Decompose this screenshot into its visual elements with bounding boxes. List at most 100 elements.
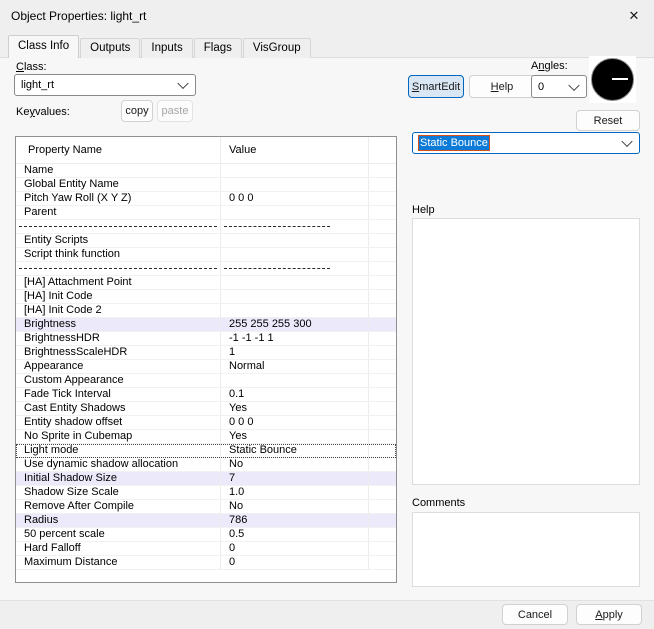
property-value-cell: 7 bbox=[221, 472, 369, 485]
table-separator-row bbox=[16, 220, 396, 234]
table-row[interactable]: [HA] Init Code bbox=[16, 290, 396, 304]
column-header-extra bbox=[369, 137, 396, 163]
angle-direction-tick bbox=[612, 78, 628, 80]
property-extra-cell bbox=[369, 416, 396, 429]
comments-label: Comments bbox=[412, 497, 465, 509]
class-combobox-value: light_rt bbox=[21, 79, 54, 91]
property-value-cell: 255 255 255 300 bbox=[221, 318, 369, 331]
table-row[interactable]: [HA] Init Code 2 bbox=[16, 304, 396, 318]
property-extra-cell bbox=[369, 500, 396, 513]
property-value-cell bbox=[221, 206, 369, 219]
property-value-cell bbox=[221, 164, 369, 177]
table-row[interactable]: Name bbox=[16, 164, 396, 178]
tab-flags[interactable]: Flags bbox=[194, 38, 242, 58]
tab-inputs[interactable]: Inputs bbox=[141, 38, 192, 58]
keyvalues-label: Keyvalues: bbox=[16, 106, 70, 118]
copy-button[interactable]: copy bbox=[121, 100, 153, 122]
table-row[interactable]: Maximum Distance0 bbox=[16, 556, 396, 570]
property-extra-cell bbox=[369, 206, 396, 219]
table-row[interactable]: Light modeStatic Bounce bbox=[16, 444, 396, 458]
property-name-cell: Cast Entity Shadows bbox=[16, 402, 221, 415]
table-row[interactable]: BrightnessScaleHDR1 bbox=[16, 346, 396, 360]
table-row[interactable]: Entity shadow offset0 0 0 bbox=[16, 416, 396, 430]
class-combobox[interactable]: light_rt bbox=[14, 74, 196, 96]
property-name-cell: Custom Appearance bbox=[16, 374, 221, 387]
table-row[interactable]: Initial Shadow Size7 bbox=[16, 472, 396, 486]
angles-combobox-value: 0 bbox=[538, 81, 544, 93]
table-row[interactable]: 50 percent scale0.5 bbox=[16, 528, 396, 542]
property-value-cell bbox=[221, 178, 369, 191]
table-row[interactable]: BrightnessHDR-1 -1 -1 1 bbox=[16, 332, 396, 346]
table-row[interactable]: Fade Tick Interval0.1 bbox=[16, 388, 396, 402]
property-value-cell: Yes bbox=[221, 402, 369, 415]
property-name-cell: Entity shadow offset bbox=[16, 416, 221, 429]
table-row[interactable]: Brightness255 255 255 300 bbox=[16, 318, 396, 332]
table-row[interactable]: Global Entity Name bbox=[16, 178, 396, 192]
property-table: Property Name Value NameGlobal Entity Na… bbox=[15, 136, 397, 583]
angles-combobox[interactable]: 0 bbox=[531, 75, 587, 98]
angle-dial[interactable] bbox=[589, 56, 636, 103]
table-row[interactable]: No Sprite in CubemapYes bbox=[16, 430, 396, 444]
keyvalue-edit-combobox[interactable]: Static Bounce bbox=[412, 132, 640, 154]
tab-visgroup[interactable]: VisGroup bbox=[243, 38, 311, 58]
help-button[interactable]: Help bbox=[469, 75, 535, 98]
property-name-cell: Hard Falloff bbox=[16, 542, 221, 555]
property-name-cell: [HA] Init Code 2 bbox=[16, 304, 221, 317]
chevron-down-icon bbox=[177, 78, 188, 89]
smartedit-button[interactable]: SmartEdit bbox=[408, 75, 464, 98]
angles-label: Angles: bbox=[531, 60, 568, 72]
object-properties-dialog: { "window": { "title": "Object Propertie… bbox=[0, 0, 654, 629]
table-row[interactable]: Pitch Yaw Roll (X Y Z)0 0 0 bbox=[16, 192, 396, 206]
table-row[interactable]: Entity Scripts bbox=[16, 234, 396, 248]
column-header-value[interactable]: Value bbox=[221, 137, 369, 163]
table-row[interactable]: Hard Falloff0 bbox=[16, 542, 396, 556]
tab-strip: Class Info Outputs Inputs Flags VisGroup bbox=[8, 36, 312, 58]
property-name-cell: Use dynamic shadow allocation bbox=[16, 458, 221, 471]
property-extra-cell bbox=[369, 290, 396, 303]
property-name-cell: Shadow Size Scale bbox=[16, 486, 221, 499]
tab-class-info[interactable]: Class Info bbox=[8, 35, 79, 58]
reset-button[interactable]: Reset bbox=[576, 110, 640, 131]
property-value-cell: No bbox=[221, 500, 369, 513]
table-row[interactable]: Shadow Size Scale1.0 bbox=[16, 486, 396, 500]
cancel-button[interactable]: Cancel bbox=[502, 604, 568, 625]
property-extra-cell bbox=[369, 542, 396, 555]
table-row[interactable]: Remove After CompileNo bbox=[16, 500, 396, 514]
table-row[interactable]: Parent bbox=[16, 206, 396, 220]
comments-input[interactable] bbox=[412, 512, 640, 587]
property-name-cell: Global Entity Name bbox=[16, 178, 221, 191]
table-row[interactable]: [HA] Attachment Point bbox=[16, 276, 396, 290]
property-value-cell bbox=[221, 290, 369, 303]
property-extra-cell bbox=[369, 374, 396, 387]
property-value-cell bbox=[221, 304, 369, 317]
table-row[interactable]: Use dynamic shadow allocationNo bbox=[16, 458, 396, 472]
tab-outputs[interactable]: Outputs bbox=[80, 38, 140, 58]
table-row[interactable]: AppearanceNormal bbox=[16, 360, 396, 374]
table-row[interactable]: Script think function bbox=[16, 248, 396, 262]
property-name-cell: Script think function bbox=[16, 248, 221, 261]
separator-dashes bbox=[221, 262, 369, 275]
column-header-property-name[interactable]: Property Name bbox=[16, 137, 221, 163]
property-name-cell: BrightnessHDR bbox=[16, 332, 221, 345]
property-extra-cell bbox=[369, 234, 396, 247]
property-name-cell: 50 percent scale bbox=[16, 528, 221, 541]
property-name-cell: BrightnessScaleHDR bbox=[16, 346, 221, 359]
paste-button[interactable]: paste bbox=[157, 100, 193, 122]
property-name-cell: Radius bbox=[16, 514, 221, 527]
table-row[interactable]: Cast Entity ShadowsYes bbox=[16, 402, 396, 416]
property-extra-cell bbox=[369, 164, 396, 177]
property-name-cell: Light mode bbox=[16, 444, 221, 457]
property-value-cell: 0.1 bbox=[221, 388, 369, 401]
property-name-cell: No Sprite in Cubemap bbox=[16, 430, 221, 443]
apply-button[interactable]: Apply bbox=[576, 604, 642, 625]
chevron-down-icon bbox=[621, 136, 632, 147]
separator-cell-extra bbox=[369, 262, 396, 275]
table-row[interactable]: Custom Appearance bbox=[16, 374, 396, 388]
property-name-cell: Appearance bbox=[16, 360, 221, 373]
separator-cell-extra bbox=[369, 220, 396, 233]
close-button[interactable]: ✕ bbox=[622, 5, 646, 27]
property-value-cell: -1 -1 -1 1 bbox=[221, 332, 369, 345]
table-row[interactable]: Radius786 bbox=[16, 514, 396, 528]
property-name-cell: Entity Scripts bbox=[16, 234, 221, 247]
property-extra-cell bbox=[369, 402, 396, 415]
